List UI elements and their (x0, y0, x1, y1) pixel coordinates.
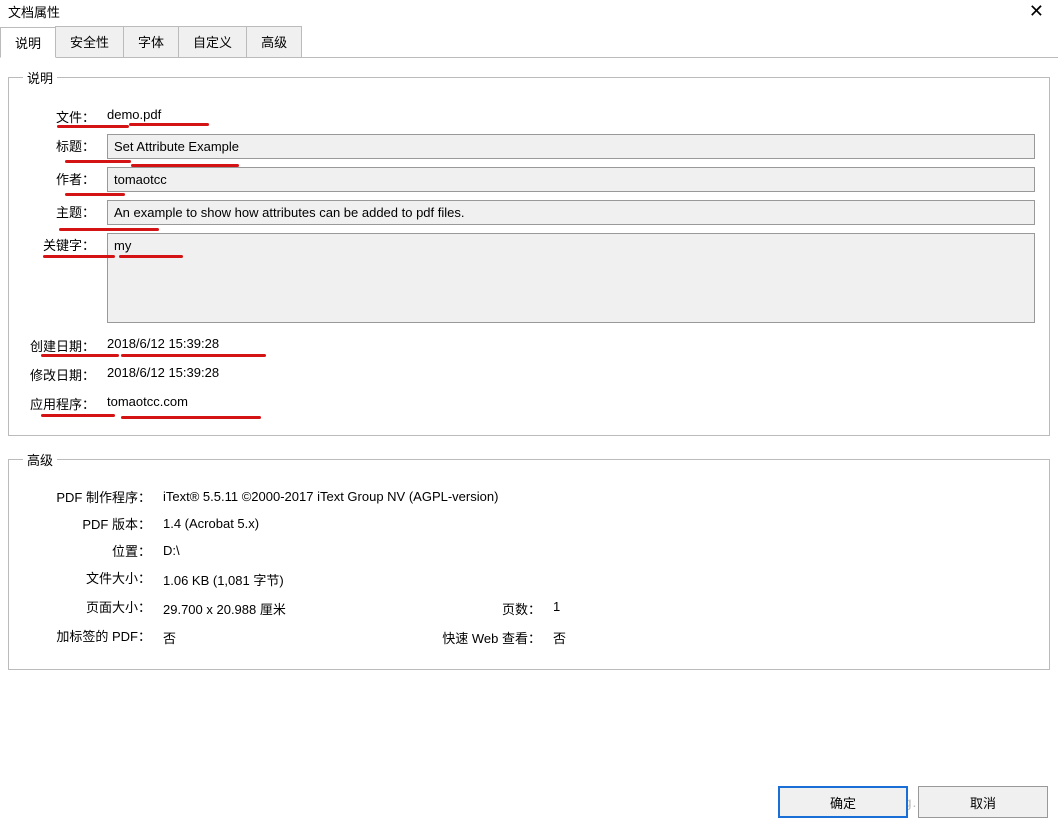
group-description: 说明 文件： demo.pdf 标题： 作者： 主题： 关键字： my (8, 68, 1050, 436)
row-file: 文件： demo.pdf (23, 105, 1035, 126)
input-title[interactable] (107, 134, 1035, 159)
label-title: 标题： (23, 134, 107, 155)
label-keywords: 关键字： (23, 233, 107, 254)
group-description-legend: 说明 (23, 68, 57, 87)
window-title: 文档属性 (8, 2, 60, 21)
row-title: 标题： (23, 134, 1035, 159)
content-area: 说明 文件： demo.pdf 标题： 作者： 主题： 关键字： my (0, 58, 1058, 670)
label-fastweb: 快速 Web 查看： (413, 628, 553, 647)
value-location: D:\ (163, 541, 1035, 558)
label-file: 文件： (23, 105, 107, 126)
input-subject[interactable] (107, 200, 1035, 225)
titlebar: 文档属性 ✕ (0, 0, 1058, 22)
value-application: tomaotcc.com (107, 392, 1035, 409)
close-icon[interactable]: ✕ (1023, 2, 1050, 20)
label-application: 应用程序： (23, 392, 107, 413)
annotation-mark (65, 160, 131, 163)
tab-custom[interactable]: 自定义 (178, 26, 247, 57)
value-filesize: 1.06 KB (1,081 字节) (163, 568, 1035, 589)
annotation-mark (129, 123, 209, 126)
row-pagesize: 页面大小： 29.700 x 20.988 厘米 页数： 1 (23, 597, 1035, 618)
row-version: PDF 版本： 1.4 (Acrobat 5.x) (23, 514, 1035, 533)
value-producer: iText® 5.5.11 ©2000-2017 iText Group NV … (163, 487, 1035, 504)
group-advanced-legend: 高级 (23, 450, 57, 469)
row-keywords: 关键字： my (23, 233, 1035, 326)
row-application: 应用程序： tomaotcc.com (23, 392, 1035, 413)
label-pages: 页数： (413, 599, 553, 618)
input-author[interactable] (107, 167, 1035, 192)
label-author: 作者： (23, 167, 107, 188)
annotation-mark (65, 193, 125, 196)
annotation-mark (59, 228, 159, 231)
value-pagesize: 29.700 x 20.988 厘米 (163, 599, 413, 618)
input-keywords[interactable]: my (107, 233, 1035, 323)
row-filesize: 文件大小： 1.06 KB (1,081 字节) (23, 568, 1035, 589)
annotation-mark (43, 255, 115, 258)
label-producer: PDF 制作程序： (23, 487, 163, 506)
value-tagged-group: 否 快速 Web 查看： 否 (163, 626, 1035, 647)
tab-advanced[interactable]: 高级 (246, 26, 302, 57)
label-version: PDF 版本： (23, 514, 163, 533)
label-tagged: 加标签的 PDF： (23, 626, 163, 645)
annotation-mark (121, 416, 261, 419)
label-modified: 修改日期： (23, 363, 107, 384)
value-pagesize-group: 29.700 x 20.988 厘米 页数： 1 (163, 597, 1035, 618)
label-location: 位置： (23, 541, 163, 560)
value-file: demo.pdf (107, 105, 1035, 122)
row-producer: PDF 制作程序： iText® 5.5.11 ©2000-2017 iText… (23, 487, 1035, 506)
value-modified: 2018/6/12 15:39:28 (107, 363, 1035, 380)
annotation-mark (121, 354, 266, 357)
row-created: 创建日期： 2018/6/12 15:39:28 (23, 334, 1035, 355)
annotation-mark (41, 414, 115, 417)
value-created: 2018/6/12 15:39:28 (107, 334, 1035, 351)
tab-security[interactable]: 安全性 (55, 26, 124, 57)
cancel-button[interactable]: 取消 (918, 786, 1048, 818)
row-tagged: 加标签的 PDF： 否 快速 Web 查看： 否 (23, 626, 1035, 647)
label-pagesize: 页面大小： (23, 597, 163, 616)
value-tagged: 否 (163, 628, 413, 647)
ok-button[interactable]: 确定 (778, 786, 908, 818)
button-row: 确定 取消 (778, 786, 1048, 818)
tab-strip: 说明 安全性 字体 自定义 高级 (0, 26, 1058, 58)
row-location: 位置： D:\ (23, 541, 1035, 560)
tab-fonts[interactable]: 字体 (123, 26, 179, 57)
tab-description[interactable]: 说明 (0, 27, 56, 58)
label-created: 创建日期： (23, 334, 107, 355)
label-filesize: 文件大小： (23, 568, 163, 587)
row-author: 作者： (23, 167, 1035, 192)
row-subject: 主题： (23, 200, 1035, 225)
value-pages: 1 (553, 599, 613, 618)
row-modified: 修改日期： 2018/6/12 15:39:28 (23, 363, 1035, 384)
group-advanced: 高级 PDF 制作程序： iText® 5.5.11 ©2000-2017 iT… (8, 450, 1050, 670)
label-subject: 主题： (23, 200, 107, 221)
value-fastweb: 否 (553, 628, 613, 647)
value-version: 1.4 (Acrobat 5.x) (163, 514, 1035, 531)
